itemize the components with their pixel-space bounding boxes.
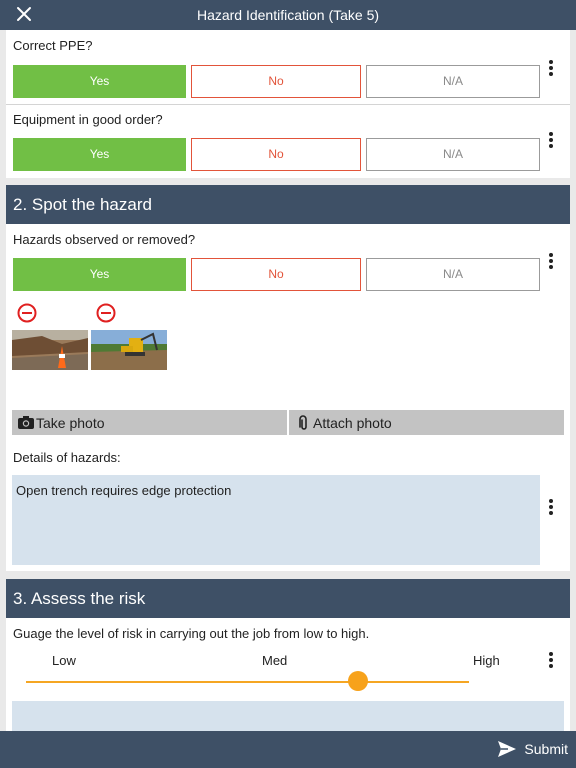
- ppe-more-icon[interactable]: [545, 60, 557, 80]
- section-1-card: Correct PPE? Yes No N/A Equipment in goo…: [6, 30, 570, 178]
- remove-photo-1-icon[interactable]: [17, 303, 37, 323]
- risk-slider-thumb[interactable]: [348, 671, 369, 691]
- hazard-photo-2[interactable]: [91, 330, 167, 370]
- ppe-no-button[interactable]: No: [191, 65, 361, 98]
- hazards-more-icon[interactable]: [545, 253, 557, 273]
- details-textarea[interactable]: Open trench requires edge protection: [12, 475, 540, 565]
- take-photo-label: Take photo: [36, 415, 105, 431]
- paperclip-icon: [299, 415, 307, 430]
- bottom-bar: Submit: [0, 731, 576, 768]
- details-label: Details of hazards:: [13, 450, 121, 465]
- details-value: Open trench requires edge protection: [16, 483, 232, 498]
- equipment-yes-button[interactable]: Yes: [13, 138, 186, 171]
- equipment-na-button[interactable]: N/A: [366, 138, 540, 171]
- ppe-yes-button[interactable]: Yes: [13, 65, 186, 98]
- scale-med-label: Med: [262, 653, 288, 668]
- risk-more-icon[interactable]: [545, 652, 557, 672]
- equipment-no-button[interactable]: No: [191, 138, 361, 171]
- details-more-icon[interactable]: [545, 499, 557, 519]
- hazards-no-button[interactable]: No: [191, 258, 361, 291]
- camera-icon: [18, 416, 34, 429]
- equipment-more-icon[interactable]: [545, 132, 557, 152]
- take-photo-button[interactable]: Take photo: [12, 410, 287, 435]
- submit-button[interactable]: Submit: [498, 739, 568, 761]
- section-3-card: Guage the level of risk in carrying out …: [6, 618, 570, 731]
- risk-prompt: Guage the level of risk in carrying out …: [13, 626, 370, 641]
- hazards-yes-button[interactable]: Yes: [13, 258, 186, 291]
- attach-photo-label: Attach photo: [313, 415, 392, 431]
- remove-photo-2-icon[interactable]: [96, 303, 116, 323]
- risk-slider-track[interactable]: [26, 681, 469, 683]
- risk-notes-field[interactable]: [12, 701, 564, 731]
- divider: [6, 104, 570, 105]
- section-2-header: 2. Spot the hazard: [6, 185, 570, 224]
- scale-high-label: High: [473, 653, 500, 668]
- hazard-photo-1[interactable]: [12, 330, 88, 370]
- question-equipment: Equipment in good order?: [13, 112, 163, 127]
- section-3-header: 3. Assess the risk: [6, 579, 570, 618]
- question-hazards: Hazards observed or removed?: [13, 232, 196, 247]
- question-ppe: Correct PPE?: [13, 38, 93, 53]
- send-icon: [498, 741, 517, 757]
- ppe-na-button[interactable]: N/A: [366, 65, 540, 98]
- section-2-card: Hazards observed or removed? Yes No N/A: [6, 224, 570, 571]
- attach-photo-button[interactable]: Attach photo: [289, 410, 564, 435]
- page-title: Hazard Identification (Take 5): [196, 7, 380, 23]
- title-bar: Hazard Identification (Take 5): [0, 0, 576, 30]
- hazards-na-button[interactable]: N/A: [366, 258, 540, 291]
- scale-low-label: Low: [52, 653, 76, 668]
